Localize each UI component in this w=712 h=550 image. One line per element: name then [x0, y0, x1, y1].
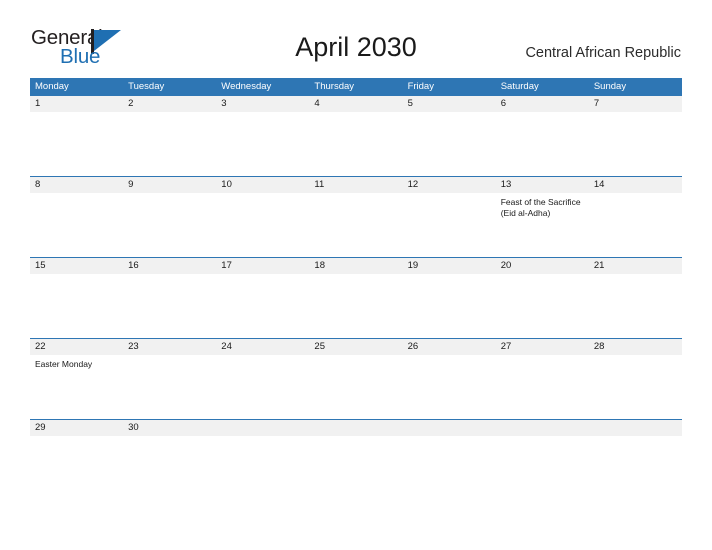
- week-date-band: 22 23 24 25 26 27 28: [30, 339, 682, 355]
- week-date-band: 29 30: [30, 420, 682, 436]
- day-event: [30, 112, 123, 176]
- day-number[interactable]: 2: [123, 96, 216, 112]
- day-cell-empty: [216, 420, 309, 436]
- day-number[interactable]: 26: [403, 339, 496, 355]
- day-number[interactable]: 13: [496, 177, 589, 193]
- day-event: [496, 355, 589, 419]
- day-cell-empty: [309, 420, 402, 436]
- day-event: [496, 112, 589, 176]
- calendar-grid: Monday Tuesday Wednesday Thursday Friday…: [30, 78, 682, 458]
- day-event: [123, 193, 216, 257]
- day-header-wednesday: Wednesday: [221, 81, 272, 92]
- day-number[interactable]: 30: [123, 420, 216, 436]
- day-number[interactable]: 4: [309, 96, 402, 112]
- day-number[interactable]: 28: [589, 339, 682, 355]
- week-event-band: Easter Monday: [30, 355, 682, 419]
- day-event: [403, 436, 496, 458]
- day-event: [30, 193, 123, 257]
- week-date-band: 15 16 17 18 19 20 21: [30, 258, 682, 274]
- day-of-week-header-row: Monday Tuesday Wednesday Thursday Friday…: [30, 78, 682, 95]
- day-event: [589, 193, 682, 257]
- day-event: [216, 436, 309, 458]
- day-number[interactable]: 12: [403, 177, 496, 193]
- day-event: [216, 193, 309, 257]
- region-label: Central African Republic: [525, 45, 681, 61]
- day-header-monday: Monday: [35, 81, 69, 92]
- day-event: [403, 193, 496, 257]
- day-event: [496, 436, 589, 458]
- day-event: [589, 436, 682, 458]
- week-date-band: 8 9 10 11 12 13 14: [30, 177, 682, 193]
- day-number[interactable]: 1: [30, 96, 123, 112]
- day-number[interactable]: 29: [30, 420, 123, 436]
- day-number[interactable]: 16: [123, 258, 216, 274]
- day-event: [30, 436, 123, 458]
- day-header-thursday: Thursday: [314, 81, 355, 92]
- day-number[interactable]: 19: [403, 258, 496, 274]
- day-event: [403, 274, 496, 338]
- week-date-band: 1 2 3 4 5 6 7: [30, 96, 682, 112]
- day-event: [216, 355, 309, 419]
- day-number[interactable]: 23: [123, 339, 216, 355]
- day-number[interactable]: 15: [30, 258, 123, 274]
- day-event: [589, 274, 682, 338]
- day-event: [216, 274, 309, 338]
- week-event-band: [30, 436, 682, 458]
- day-number[interactable]: 7: [589, 96, 682, 112]
- day-event: [589, 355, 682, 419]
- day-event: [123, 436, 216, 458]
- day-number[interactable]: 22: [30, 339, 123, 355]
- day-header-saturday: Saturday: [500, 81, 539, 92]
- day-number[interactable]: 3: [216, 96, 309, 112]
- week-event-band: Feast of the Sacrifice (Eid al-Adha): [30, 193, 682, 257]
- calendar-week-row: 29 30: [30, 419, 682, 458]
- day-number[interactable]: 8: [30, 177, 123, 193]
- day-number[interactable]: 11: [309, 177, 402, 193]
- day-header-friday: Friday: [407, 81, 434, 92]
- day-event: [309, 193, 402, 257]
- day-event: [309, 355, 402, 419]
- day-cell-empty: [589, 420, 682, 436]
- day-event: [589, 112, 682, 176]
- day-number[interactable]: 24: [216, 339, 309, 355]
- day-number[interactable]: 14: [589, 177, 682, 193]
- day-event: [309, 436, 402, 458]
- day-event: [216, 112, 309, 176]
- day-number[interactable]: 25: [309, 339, 402, 355]
- day-cell-empty: [496, 420, 589, 436]
- week-event-band: [30, 112, 682, 176]
- day-header-tuesday: Tuesday: [128, 81, 165, 92]
- day-number[interactable]: 10: [216, 177, 309, 193]
- day-event: [309, 274, 402, 338]
- day-number[interactable]: 17: [216, 258, 309, 274]
- day-number[interactable]: 18: [309, 258, 402, 274]
- day-event: [123, 274, 216, 338]
- day-event: [403, 112, 496, 176]
- day-number[interactable]: 20: [496, 258, 589, 274]
- calendar-week-row: 1 2 3 4 5 6 7: [30, 95, 682, 176]
- calendar-week-row: 8 9 10 11 12 13 14 Feast of the Sacrific…: [30, 176, 682, 257]
- day-event: [496, 274, 589, 338]
- calendar-week-row: 22 23 24 25 26 27 28 Easter Monday: [30, 338, 682, 419]
- page-header: General Blue April 2030 Central African …: [0, 0, 712, 76]
- day-event: [123, 355, 216, 419]
- day-number[interactable]: 5: [403, 96, 496, 112]
- day-number[interactable]: 9: [123, 177, 216, 193]
- calendar-week-row: 15 16 17 18 19 20 21: [30, 257, 682, 338]
- day-cell-empty: [403, 420, 496, 436]
- day-event: [123, 112, 216, 176]
- day-event: [403, 355, 496, 419]
- day-number[interactable]: 21: [589, 258, 682, 274]
- week-event-band: [30, 274, 682, 338]
- day-event: [30, 274, 123, 338]
- day-number[interactable]: 27: [496, 339, 589, 355]
- holiday-label-easter-monday: Easter Monday: [35, 359, 93, 369]
- day-header-sunday: Sunday: [593, 81, 627, 92]
- calendar-page: General Blue April 2030 Central African …: [0, 0, 712, 550]
- holiday-label-eid-al-adha: Feast of the Sacrifice (Eid al-Adha): [500, 197, 581, 218]
- day-number[interactable]: 6: [496, 96, 589, 112]
- day-event: [309, 112, 402, 176]
